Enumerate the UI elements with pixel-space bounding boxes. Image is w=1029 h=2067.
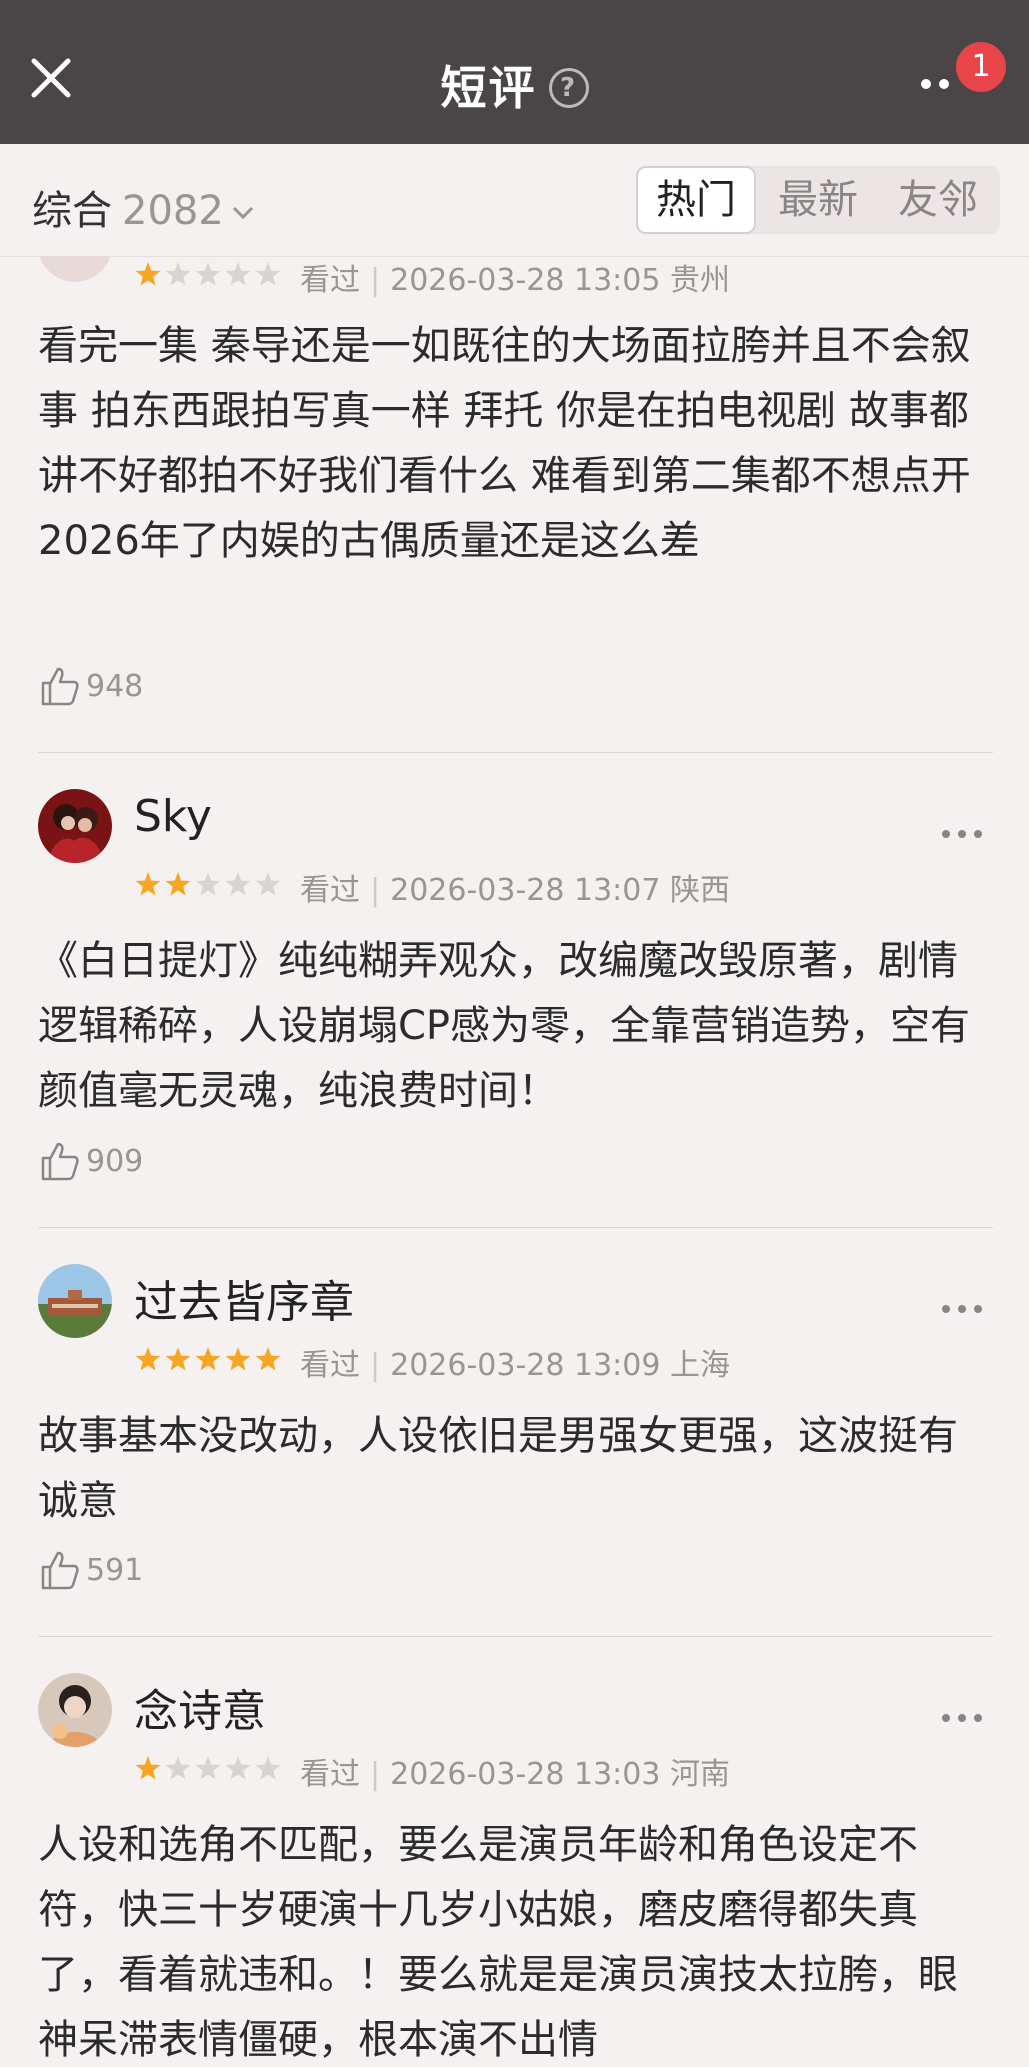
like-button[interactable]: 948 — [38, 664, 143, 712]
star-empty-icon — [255, 1755, 281, 1779]
review-text: 人设和选角不匹配，要么是演员年龄和角色设定不符，快三十岁硬演十几岁小姑娘，磨皮磨… — [38, 1822, 958, 2063]
review-text: 《白日提灯》纯纯糊弄观众，改编魔改毁原著，剧情逻辑稀碎，人设崩塌CP感为零，全靠… — [38, 938, 971, 1114]
star-empty-icon — [195, 1755, 221, 1779]
star-filled-icon — [255, 1346, 281, 1370]
review-meta: 看过 | 2026-03-28 13:03 河南 — [134, 1749, 730, 1794]
star-filled-icon — [135, 1346, 161, 1370]
rating-stars — [134, 1755, 284, 1791]
review-datetime: 2026-03-28 13:03 — [390, 1757, 661, 1792]
star-filled-icon — [135, 1755, 161, 1779]
page-title-wrap: 短评? — [0, 52, 1029, 118]
watch-status: 看过 — [300, 873, 360, 908]
star-empty-icon — [255, 261, 281, 285]
rating-stars — [134, 871, 284, 907]
more-options-icon[interactable] — [940, 825, 984, 838]
star-empty-icon — [225, 871, 251, 895]
tab-friends[interactable]: 友邻 — [880, 166, 996, 234]
more-options-icon[interactable] — [940, 1300, 984, 1313]
top-bar: 短评? 1 — [0, 0, 1029, 144]
like-button[interactable]: 909 — [38, 1139, 143, 1187]
avatar[interactable] — [38, 256, 112, 282]
review-text: 看完一集 秦导还是一如既往的大场面拉胯并且不会叙事 拍东西跟拍写真一样 拜托 你… — [38, 323, 971, 564]
star-empty-icon — [195, 261, 221, 285]
thumbs-up-icon — [41, 667, 79, 706]
watch-status: 看过 — [300, 1757, 360, 1792]
sort-dropdown[interactable]: 综合 2082 — [32, 178, 254, 236]
page-title: 短评 — [440, 61, 537, 115]
review-location: 陕西 — [670, 873, 730, 908]
filter-bar: 综合 2082 热门 最新 友邻 — [0, 144, 1029, 257]
review-datetime: 2026-03-28 13:05 — [390, 263, 661, 298]
watch-status: 看过 — [300, 263, 360, 298]
star-empty-icon — [195, 871, 221, 895]
review-meta: 看过 | 2026-03-28 13:05 贵州 — [134, 256, 730, 300]
review-location: 河南 — [670, 1757, 730, 1792]
review-list: 看过 | 2026-03-28 13:05 贵州 看完一集 秦导还是一如既往的大场面… — [0, 256, 1029, 2067]
like-button[interactable]: 591 — [38, 1548, 143, 1596]
rating-stars — [134, 261, 284, 297]
chevron-down-icon — [232, 184, 254, 230]
username[interactable]: 过去皆序章 — [134, 1266, 354, 1330]
avatar[interactable] — [38, 1264, 112, 1338]
star-empty-icon — [165, 1755, 191, 1779]
review-meta: 看过 | 2026-03-28 13:09 上海 — [134, 1340, 730, 1385]
tab-latest[interactable]: 最新 — [760, 166, 876, 234]
star-empty-icon — [255, 871, 281, 895]
star-filled-icon — [225, 1346, 251, 1370]
star-filled-icon — [135, 871, 161, 895]
review-text: 故事基本没改动，人设依旧是男强女更强，这波挺有诚意 — [38, 1413, 958, 1524]
avatar[interactable] — [38, 789, 112, 863]
divider — [38, 752, 993, 753]
notification-badge: 1 — [956, 42, 1006, 92]
star-filled-icon — [195, 1346, 221, 1370]
review-datetime: 2026-03-28 13:07 — [390, 873, 661, 908]
star-filled-icon — [165, 1346, 191, 1370]
like-count: 948 — [86, 668, 144, 704]
review-count: 2082 — [122, 188, 224, 234]
like-count: 591 — [86, 1552, 144, 1588]
rating-stars — [134, 1346, 284, 1382]
review-location: 贵州 — [670, 263, 730, 298]
divider — [38, 1227, 993, 1228]
more-options-icon[interactable] — [940, 1709, 984, 1722]
star-empty-icon — [165, 261, 191, 285]
divider — [38, 1636, 993, 1637]
help-icon[interactable]: ? — [548, 67, 589, 108]
star-empty-icon — [225, 1755, 251, 1779]
thumbs-up-icon — [41, 1142, 79, 1181]
avatar[interactable] — [38, 1673, 112, 1747]
review-datetime: 2026-03-28 13:09 — [390, 1348, 661, 1383]
star-filled-icon — [135, 261, 161, 285]
tab-hot[interactable]: 热门 — [636, 166, 756, 234]
username[interactable]: 念诗意 — [134, 1675, 266, 1739]
sort-label: 综合 — [32, 188, 112, 234]
star-filled-icon — [165, 871, 191, 895]
like-count: 909 — [86, 1143, 144, 1179]
username[interactable]: Sky — [134, 791, 212, 842]
watch-status: 看过 — [300, 1348, 360, 1383]
review-meta: 看过 | 2026-03-28 13:07 陕西 — [134, 865, 730, 910]
star-empty-icon — [225, 261, 251, 285]
review-location: 上海 — [670, 1348, 730, 1383]
thumbs-up-icon — [41, 1551, 79, 1590]
segment-control: 热门 最新 友邻 — [636, 166, 1000, 234]
